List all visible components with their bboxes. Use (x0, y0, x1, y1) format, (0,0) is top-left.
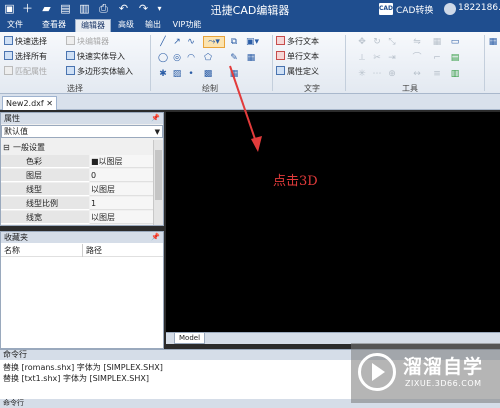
multiline-text-button[interactable]: 多行文本 (276, 36, 319, 48)
properties-panel-header: 属性 📌 (1, 113, 163, 124)
layer-icon[interactable]: ▤ (450, 53, 460, 63)
pin-icon[interactable]: 📌 (151, 113, 160, 124)
break-icon[interactable]: ⋯ (372, 69, 382, 79)
stretch-icon[interactable]: ↔ (412, 69, 422, 79)
rotate-icon[interactable]: ↻ (372, 37, 382, 47)
match-properties-button[interactable]: 匹配属性 (4, 66, 47, 78)
properties-panel: 属性 📌 默认值 ▼ ⊟ 一般设置 色彩 ■以图层 图层 0 线型 以图层 线型比… (0, 112, 164, 226)
tab-model[interactable]: Model (174, 333, 206, 344)
select-all-button[interactable]: 选择所有 (4, 51, 47, 63)
close-tab-icon[interactable]: ✕ (46, 99, 53, 108)
polygon-icon[interactable]: ⬠ (203, 53, 213, 63)
cad-convert-link[interactable]: CAD转换 (396, 3, 433, 16)
attribute-definition-button[interactable]: 属性定义 (276, 66, 319, 78)
drawing-canvas[interactable] (166, 112, 500, 332)
favorites-panel-header: 收藏夹 📌 (1, 232, 163, 243)
join-icon[interactable]: ⊕ (387, 69, 397, 79)
hatch-icon[interactable]: ▨ (172, 69, 182, 79)
copy-icon[interactable]: ⧉ (229, 37, 239, 47)
favorites-panel: 收藏夹 📌 名称 路径 (0, 231, 164, 349)
property-row[interactable]: 色彩 ■以图层 (1, 155, 153, 168)
tab-viewer[interactable]: 查看器 (36, 19, 72, 32)
watermark-url: ZIXUE.3D66.COM (405, 379, 482, 388)
draw-group-label: 绘制 (202, 84, 218, 93)
select-group-label: 选择 (67, 84, 83, 93)
scale-icon[interactable]: ⤡ (387, 37, 397, 47)
move-icon[interactable]: ✥ (357, 37, 367, 47)
offset-icon[interactable]: ⟂ (357, 53, 367, 63)
properties-selection-dropdown[interactable]: 默认值 ▼ (1, 125, 163, 138)
column-name[interactable]: 名称 (4, 244, 20, 257)
image-icon[interactable]: ▦ (246, 53, 256, 63)
command-output-line: 替换 [romans.shx] 字体为 [SIMPLEX.SHX] (3, 363, 163, 372)
annotation-text: 点击3D (273, 174, 318, 189)
mirror-icon[interactable]: ⇋ (412, 37, 422, 47)
document-tab-bar: New2.dxf ✕ (0, 94, 500, 110)
watermark-title: 溜溜自学 (403, 356, 484, 378)
polyline-icon[interactable]: ↗ (172, 37, 182, 47)
column-path[interactable]: 路径 (86, 244, 102, 257)
block-editor-button[interactable]: 块编辑器 (66, 36, 109, 48)
pin-icon[interactable]: 📌 (151, 232, 160, 243)
point-icon[interactable]: ✱ (158, 69, 168, 79)
document-tab[interactable]: New2.dxf ✕ (2, 96, 57, 110)
quick-select-button[interactable]: 快速选择 (4, 36, 47, 48)
menu-tab-bar: 文件 查看器 编辑器 高级 输出 VIP功能 (0, 18, 500, 32)
properties-scrollbar[interactable] (153, 140, 163, 225)
cad-convert-icon[interactable]: CAD (379, 3, 393, 15)
user-phone[interactable]: 1822186... (458, 3, 500, 13)
properties-section-header[interactable]: ⊟ 一般设置 (1, 141, 153, 154)
measure-icon[interactable]: ▭ (450, 37, 460, 47)
tab-vip[interactable]: VIP功能 (170, 19, 204, 32)
play-icon (372, 363, 385, 381)
collapse-icon[interactable]: ⊟ (3, 141, 10, 154)
ribbon-separator (272, 35, 273, 91)
user-avatar-icon[interactable] (444, 3, 456, 15)
property-row[interactable]: 图层 0 (1, 169, 153, 182)
region-icon[interactable]: ▩ (203, 69, 213, 79)
insert-dropdown-icon[interactable]: ▣▾ (246, 37, 259, 47)
tools-group-label: 工具 (402, 84, 418, 93)
command-output-line: 替换 [txt1.shx] 字体为 [SIMPLEX.SHX] (3, 374, 149, 383)
watermark: 溜溜自学 ZIXUE.3D66.COM (351, 343, 500, 403)
single-line-text-button[interactable]: 单行文本 (276, 51, 319, 63)
polygon-entity-input-button[interactable]: 多边形实体输入 (66, 66, 133, 78)
circle-icon[interactable]: ◯ (158, 53, 168, 63)
chamfer-icon[interactable]: ⌐ (432, 53, 442, 63)
spline-icon[interactable]: ∿ (186, 37, 196, 47)
ellipse-icon[interactable]: ◎ (172, 53, 182, 63)
more-tools-icon[interactable]: ▦ (488, 37, 498, 47)
ribbon: 快速选择 选择所有 匹配属性 块编辑器 快速实体导入 多边形实体输入 选择 ╱ … (0, 32, 500, 94)
title-bar: ▣ ＋ ▰ ▤ ▥ ⎙ ↶ ↷ ▾ 迅捷CAD编辑器 CAD CAD转换 182… (0, 0, 500, 18)
property-row[interactable]: 线型 以图层 (1, 183, 153, 196)
tab-file[interactable]: 文件 (2, 19, 28, 32)
quick-entity-import-button[interactable]: 快速实体导入 (66, 51, 125, 63)
3d-dropdown-button[interactable]: ⤳▾ (203, 36, 225, 48)
favorites-column-headers: 名称 路径 (1, 244, 163, 257)
edit-pen-icon[interactable]: ✎ (229, 53, 239, 63)
ribbon-separator (150, 35, 151, 91)
ribbon-separator (484, 35, 485, 91)
ribbon-separator (345, 35, 346, 91)
fillet-icon[interactable]: ⌒ (412, 53, 422, 63)
tab-editor[interactable]: 编辑器 (75, 19, 111, 32)
dot-icon[interactable]: • (186, 69, 196, 79)
property-row[interactable]: 线宽 以图层 (1, 211, 153, 224)
tab-output[interactable]: 输出 (141, 19, 165, 32)
property-row[interactable]: 线型比例 1 (1, 197, 153, 210)
align-icon[interactable]: ≡ (432, 69, 442, 79)
array-icon[interactable]: ▦ (432, 37, 442, 47)
extend-icon[interactable]: ⇥ (387, 53, 397, 63)
trim-icon[interactable]: ✂ (372, 53, 382, 63)
layer-state-icon[interactable]: ▥ (450, 69, 460, 79)
line-icon[interactable]: ╱ (158, 37, 168, 47)
table-icon[interactable]: ▦ (229, 69, 239, 79)
text-group-label: 文字 (304, 84, 320, 93)
tab-advanced[interactable]: 高级 (114, 19, 138, 32)
arc-icon[interactable]: ◠ (186, 53, 196, 63)
explode-icon[interactable]: ✳ (357, 69, 367, 79)
chevron-down-icon: ▼ (154, 128, 160, 136)
scrollbar-thumb[interactable] (155, 150, 162, 200)
